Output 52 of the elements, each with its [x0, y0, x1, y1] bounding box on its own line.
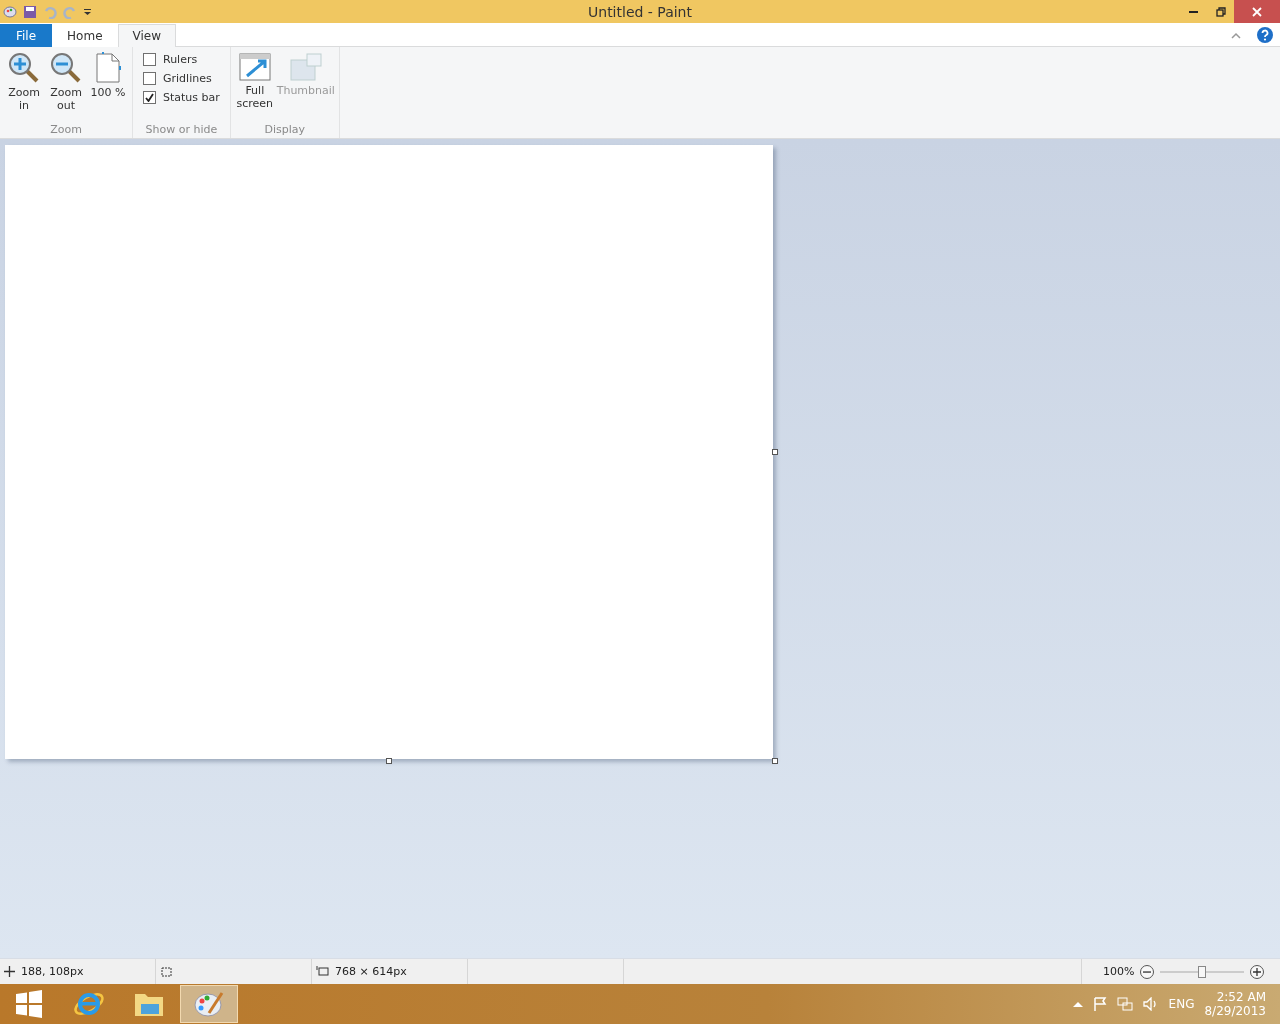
ribbon-button[interactable]: Zoom out — [46, 50, 86, 123]
checkbox-label: Status bar — [163, 91, 220, 104]
dropdown-icon — [83, 7, 92, 16]
cursor-position: 188, 108px — [21, 965, 84, 978]
ribbon-button[interactable]: Full screen — [234, 50, 275, 123]
zoom-level: 100% — [1103, 965, 1135, 978]
canvas-size-icon — [316, 966, 329, 977]
minimize-icon — [1189, 10, 1198, 13]
speaker-icon — [1142, 997, 1159, 1011]
paint-palette-icon — [3, 4, 17, 19]
group-label: Display — [263, 123, 307, 136]
close-button[interactable] — [1234, 0, 1280, 23]
thumbnail-icon — [288, 52, 323, 82]
group-label: Zoom — [49, 123, 83, 136]
flag-icon — [1092, 997, 1107, 1011]
resize-handle[interactable] — [772, 449, 778, 455]
resize-handle[interactable] — [772, 758, 778, 764]
redo-icon — [63, 4, 77, 19]
windows-logo-icon — [15, 990, 43, 1018]
taskbar-button[interactable] — [180, 985, 238, 1023]
zoom-in-icon — [8, 52, 40, 84]
ribbon-button[interactable]: 100 % — [88, 50, 128, 123]
page-icon — [94, 52, 122, 84]
full-screen-icon — [238, 52, 271, 82]
window-title: Untitled - Paint — [588, 3, 692, 20]
checkbox[interactable] — [143, 53, 156, 66]
checkbox[interactable] — [143, 72, 156, 85]
ribbon-button[interactable]: Zoom in — [4, 50, 44, 123]
zoom-in-button[interactable] — [1250, 964, 1265, 979]
checkbox-label: Gridlines — [163, 72, 212, 85]
file-menu-button[interactable]: File — [0, 24, 53, 47]
chevron-up-icon — [1231, 30, 1241, 39]
move-cursor-icon — [4, 966, 15, 977]
zoom-out-icon — [50, 52, 82, 84]
caret-up-icon — [1072, 1001, 1083, 1007]
help-icon — [1257, 26, 1273, 43]
help-button[interactable] — [1254, 24, 1276, 45]
checkbox[interactable] — [143, 91, 156, 104]
restore-icon — [1215, 6, 1226, 17]
plus-icon — [1253, 967, 1262, 976]
canvas-size: 768 × 614px — [335, 965, 407, 978]
close-icon — [1252, 6, 1262, 17]
zoom-out-button[interactable] — [1140, 964, 1155, 979]
ribbon-tab[interactable]: View — [117, 24, 176, 47]
group-label: Show or hide — [144, 123, 219, 136]
selection-icon — [160, 966, 172, 977]
undo-icon — [43, 4, 57, 19]
checkmark-icon — [145, 93, 154, 102]
checkbox-label: Rulers — [163, 53, 198, 66]
resize-handle[interactable] — [386, 758, 392, 764]
slider-thumb[interactable] — [1198, 965, 1207, 978]
network-icon — [1116, 997, 1133, 1011]
